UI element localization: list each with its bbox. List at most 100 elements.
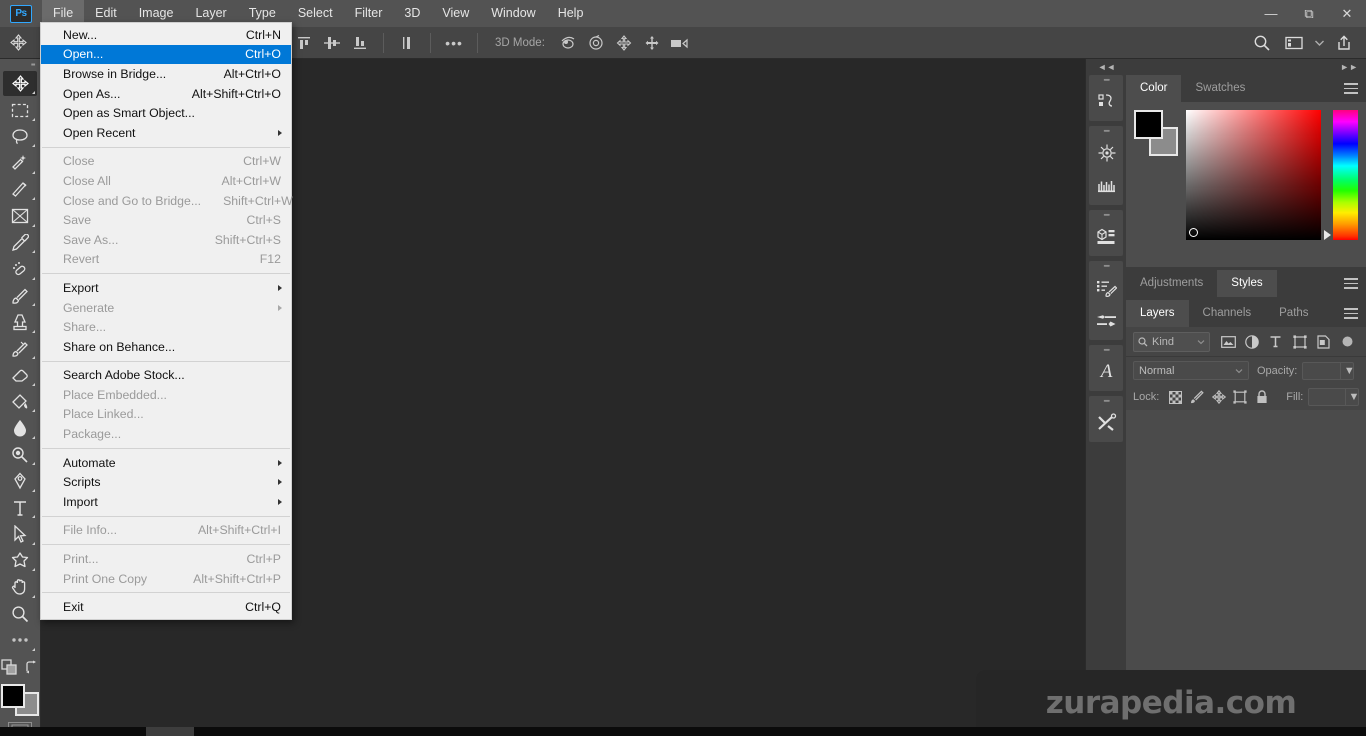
hue-slider-handle[interactable] — [1324, 230, 1331, 240]
tab-color[interactable]: Color — [1126, 75, 1181, 102]
rectangular-marquee-tool[interactable] — [3, 97, 37, 123]
actions-icon[interactable] — [1089, 271, 1124, 304]
default-colors-icon[interactable] — [1, 659, 17, 678]
menu-item-scripts[interactable]: Scripts — [41, 472, 291, 492]
hand-tool[interactable] — [3, 574, 37, 600]
swap-colors-icon[interactable] — [25, 660, 39, 677]
double-chevron-left-icon[interactable]: ◄◄ — [1086, 59, 1127, 75]
foreground-color-swatch[interactable] — [1134, 110, 1163, 139]
tool-presets-icon[interactable] — [1089, 304, 1124, 337]
filter-adjustment-icon[interactable] — [1240, 331, 1264, 353]
measurement-log-icon[interactable] — [1089, 406, 1124, 439]
menu-item-print[interactable]: Print...Ctrl+P — [41, 549, 291, 569]
orbit-3d-icon[interactable] — [555, 31, 581, 55]
pan-3d-icon[interactable] — [611, 31, 637, 55]
history-icon[interactable] — [1089, 85, 1124, 118]
quick-selection-tool[interactable] — [3, 150, 37, 176]
menu-item-revert[interactable]: RevertF12 — [41, 250, 291, 270]
tab-channels[interactable]: Channels — [1189, 300, 1266, 327]
eraser-tool[interactable] — [3, 362, 37, 388]
minimize-button[interactable]: — — [1252, 0, 1290, 27]
menu-item-close-and-go-to-bridge[interactable]: Close and Go to Bridge...Shift+Ctrl+W — [41, 191, 291, 211]
menu-item-share-on-behance[interactable]: Share on Behance... — [41, 337, 291, 357]
menu-item-import[interactable]: Import — [41, 492, 291, 512]
3d-icon[interactable] — [1089, 220, 1124, 253]
tab-layers[interactable]: Layers — [1126, 300, 1189, 327]
dock-grip[interactable]: ▪▪▪▪▪ — [1089, 75, 1123, 85]
lock-transparent-pixels-icon[interactable] — [1165, 387, 1186, 407]
menu-item-automate[interactable]: Automate — [41, 453, 291, 473]
menu-item-close[interactable]: CloseCtrl+W — [41, 152, 291, 172]
filter-type-icon[interactable] — [1264, 331, 1288, 353]
menu-3d[interactable]: 3D — [393, 0, 431, 27]
brush-tool[interactable] — [3, 283, 37, 309]
menu-item-save[interactable]: SaveCtrl+S — [41, 210, 291, 230]
crop-tool[interactable] — [3, 177, 37, 203]
zoom-3d-camera-icon[interactable] — [667, 31, 693, 55]
brush-presets-icon[interactable] — [1089, 169, 1124, 202]
close-button[interactable]: ✕ — [1328, 0, 1366, 27]
double-chevron-right-icon[interactable]: ►► — [1126, 59, 1366, 75]
menu-item-exit[interactable]: ExitCtrl+Q — [41, 597, 291, 617]
align-top-edges-icon[interactable] — [291, 31, 317, 55]
menu-select[interactable]: Select — [287, 0, 344, 27]
opacity-input[interactable]: ▼ — [1302, 362, 1354, 380]
history-brush-tool[interactable] — [3, 336, 37, 362]
taskbar-active-item[interactable] — [146, 727, 194, 736]
blur-tool[interactable] — [3, 415, 37, 441]
zoom-tool[interactable] — [3, 601, 37, 627]
tab-swatches[interactable]: Swatches — [1181, 75, 1259, 102]
custom-shape-tool[interactable] — [3, 548, 37, 574]
menu-item-package[interactable]: Package... — [41, 424, 291, 444]
edit-toolbar-tool[interactable] — [3, 627, 37, 653]
menu-item-open-as[interactable]: Open As...Alt+Shift+Ctrl+O — [41, 84, 291, 104]
frame-tool[interactable] — [3, 203, 37, 229]
lock-image-pixels-icon[interactable] — [1187, 387, 1208, 407]
menu-item-share[interactable]: Share... — [41, 317, 291, 337]
clone-stamp-tool[interactable] — [3, 309, 37, 335]
fill-input[interactable]: ▼ — [1308, 388, 1359, 406]
tab-styles[interactable]: Styles — [1217, 270, 1276, 297]
lock-position-icon[interactable] — [1208, 387, 1229, 407]
panel-menu-icon[interactable] — [1344, 308, 1358, 319]
pen-tool[interactable] — [3, 468, 37, 494]
tab-paths[interactable]: Paths — [1265, 300, 1322, 327]
filter-shape-icon[interactable] — [1288, 331, 1312, 353]
distribute-vertical-icon[interactable] — [394, 31, 420, 55]
brush-settings-icon[interactable] — [1089, 136, 1124, 169]
filter-smart-object-icon[interactable] — [1311, 331, 1335, 353]
share-icon[interactable] — [1329, 31, 1359, 55]
menu-item-file-info[interactable]: File Info...Alt+Shift+Ctrl+I — [41, 521, 291, 541]
blend-mode-select[interactable]: Normal — [1133, 361, 1249, 380]
path-selection-tool[interactable] — [3, 521, 37, 547]
chevron-down-icon[interactable]: ▼ — [1345, 389, 1358, 405]
lasso-tool[interactable] — [3, 124, 37, 150]
dock-grip[interactable]: ▪▪▪▪▪ — [1089, 345, 1123, 355]
move-tool[interactable] — [3, 71, 37, 97]
chevron-down-icon[interactable]: ▼ — [1340, 363, 1353, 379]
panel-menu-icon[interactable] — [1344, 278, 1358, 289]
menu-view[interactable]: View — [431, 0, 480, 27]
menu-item-export[interactable]: Export — [41, 278, 291, 298]
filter-kind-select[interactable]: Kind — [1133, 332, 1210, 352]
character-styles-icon[interactable]: A — [1089, 355, 1124, 388]
color-field[interactable] — [1186, 110, 1321, 240]
slide-3d-icon[interactable] — [639, 31, 665, 55]
dock-grip[interactable]: ▪▪▪▪▪ — [1089, 396, 1123, 406]
dock-grip[interactable]: ▪▪▪▪▪ — [1089, 261, 1123, 271]
color-field-marker[interactable] — [1189, 228, 1198, 237]
dock-grip[interactable]: ▪▪▪▪▪ — [1089, 210, 1123, 220]
hue-slider[interactable] — [1333, 110, 1358, 240]
search-icon[interactable] — [1247, 31, 1277, 55]
gradient-tool[interactable] — [3, 389, 37, 415]
restore-button[interactable]: ⧉ — [1290, 0, 1328, 27]
roll-3d-icon[interactable] — [583, 31, 609, 55]
chevron-down-icon[interactable] — [1311, 31, 1327, 55]
more-options-button[interactable]: ••• — [441, 31, 467, 55]
menu-item-print-one-copy[interactable]: Print One CopyAlt+Shift+Ctrl+P — [41, 569, 291, 589]
menu-filter[interactable]: Filter — [344, 0, 394, 27]
menu-item-open-as-smart-object[interactable]: Open as Smart Object... — [41, 103, 291, 123]
panel-menu-icon[interactable] — [1344, 83, 1358, 94]
dock-grip[interactable]: ▪▪▪▪▪ — [1089, 126, 1123, 136]
dodge-tool[interactable] — [3, 442, 37, 468]
